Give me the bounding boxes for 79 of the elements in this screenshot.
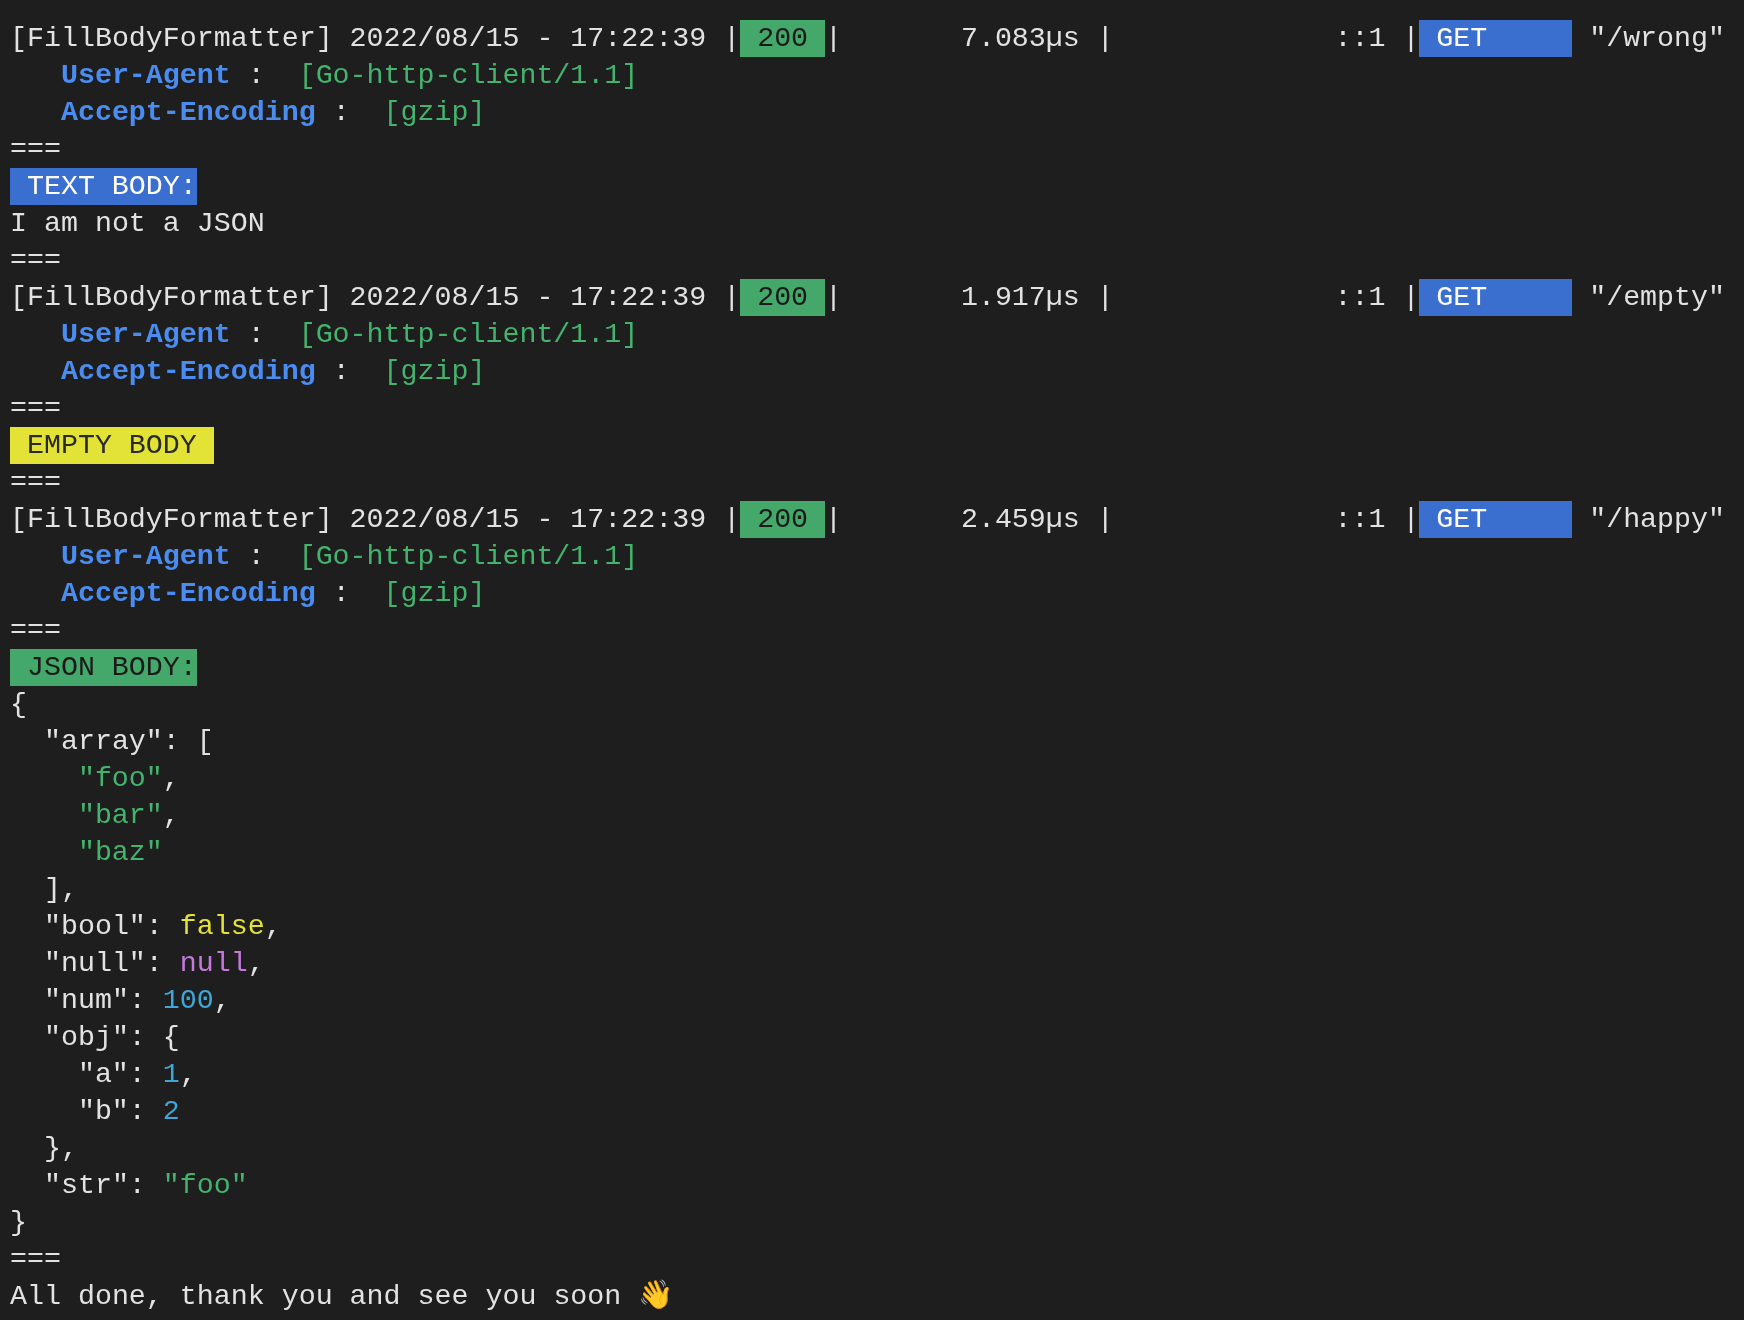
separator: ===: [10, 391, 61, 426]
json-number: 1: [162, 1057, 180, 1092]
farewell-message: All done, thank you and see you soon 👋: [10, 1279, 674, 1314]
json-punctuation: },: [43, 1131, 78, 1166]
separator: ===: [10, 1242, 61, 1277]
body-text: I am not a JSON: [10, 206, 265, 241]
latency: 1.917µs |: [960, 281, 1114, 313]
client-ip: ::1 |: [1334, 22, 1420, 54]
header-colon: :: [332, 576, 350, 611]
header-colon: :: [247, 539, 265, 574]
json-punctuation: {: [10, 687, 27, 722]
header-colon: :: [247, 317, 265, 352]
json-key: "b":: [77, 1093, 146, 1130]
header-value: [gzip]: [383, 95, 486, 130]
status-badge: 200: [740, 20, 826, 57]
request-path: "/wrong": [1589, 21, 1726, 56]
header-value: [Go-http-client/1.1]: [298, 539, 639, 574]
json-boolean: false: [179, 909, 265, 944]
json-key: "str":: [43, 1167, 146, 1204]
header-colon: :: [247, 58, 265, 93]
client-ip: ::1 |: [1334, 281, 1420, 313]
header-name: User-Agent: [60, 317, 231, 352]
json-number: 2: [162, 1094, 180, 1129]
header-value: [gzip]: [383, 576, 486, 611]
client-ip: ::1 |: [1334, 503, 1420, 535]
json-punctuation: }: [10, 1205, 27, 1240]
json-punctuation: ],: [43, 872, 78, 907]
json-key: "num":: [43, 982, 146, 1019]
json-key: "bool":: [43, 908, 163, 945]
header-name: Accept-Encoding: [60, 354, 316, 389]
request-path: "/empty": [1589, 280, 1726, 315]
json-string: "foo": [162, 1168, 248, 1203]
json-key: "null":: [43, 945, 163, 982]
header-colon: :: [332, 354, 350, 389]
json-string: "baz": [77, 835, 163, 870]
pipe: |: [825, 280, 843, 315]
method-badge: GET: [1419, 279, 1573, 316]
separator: ===: [10, 132, 61, 167]
header-name: User-Agent: [60, 58, 231, 93]
latency: 2.459µs |: [960, 503, 1114, 535]
header-colon: :: [332, 95, 350, 130]
log-prefix: [FillBodyFormatter] 2022/08/15 - 17:22:39 |: [10, 502, 741, 537]
json-key: "obj":: [43, 1019, 146, 1056]
json-punctuation: ,: [179, 1057, 197, 1092]
json-punctuation: [: [196, 724, 214, 759]
json-punctuation: {: [162, 1020, 180, 1055]
json-punctuation: ,: [162, 761, 180, 796]
text-body-badge: TEXT BODY:: [10, 168, 197, 205]
log-prefix: [FillBodyFormatter] 2022/08/15 - 17:22:39 |: [10, 21, 741, 56]
json-punctuation: ,: [264, 909, 282, 944]
method-badge: GET: [1419, 20, 1573, 57]
status-badge: 200: [740, 279, 826, 316]
separator: ===: [10, 465, 61, 500]
json-string: "foo": [77, 761, 163, 796]
json-string: "bar": [77, 798, 163, 833]
header-value: [Go-http-client/1.1]: [298, 58, 639, 93]
status-badge: 200: [740, 501, 826, 538]
header-name: User-Agent: [60, 539, 231, 574]
json-key: "array":: [43, 723, 180, 760]
pipe: |: [825, 21, 843, 56]
json-body-badge: JSON BODY:: [10, 649, 197, 686]
method-badge: GET: [1419, 501, 1573, 538]
json-number: 100: [162, 983, 214, 1018]
json-punctuation: ,: [162, 798, 180, 833]
json-key: "a":: [77, 1056, 146, 1093]
header-name: Accept-Encoding: [60, 576, 316, 611]
log-prefix: [FillBodyFormatter] 2022/08/15 - 17:22:39 |: [10, 280, 741, 315]
json-punctuation: ,: [247, 946, 265, 981]
header-value: [Go-http-client/1.1]: [298, 317, 639, 352]
empty-body-badge: EMPTY BODY: [10, 427, 214, 464]
separator: ===: [10, 243, 61, 278]
request-path: "/happy": [1589, 502, 1726, 537]
separator: ===: [10, 613, 61, 648]
latency: 7.083µs |: [960, 22, 1114, 54]
json-null: null: [179, 946, 248, 981]
json-punctuation: ,: [213, 983, 231, 1018]
header-name: Accept-Encoding: [60, 95, 316, 130]
header-value: [gzip]: [383, 354, 486, 389]
pipe: |: [825, 502, 843, 537]
